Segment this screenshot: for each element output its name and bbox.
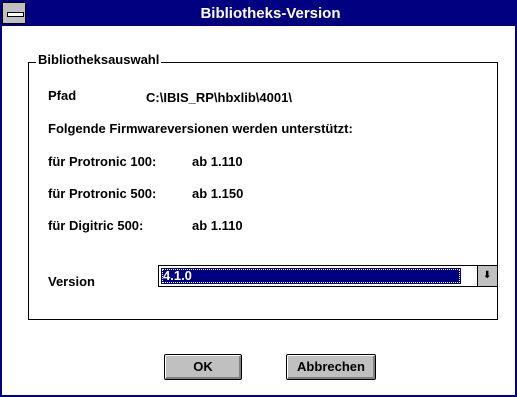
firmware-version-digitric-500: ab 1.110 — [192, 218, 243, 233]
path-label: Pfad — [48, 88, 77, 103]
path-value: C:\IBIS_RP\hbxlib\4001\ — [146, 90, 292, 105]
firmware-version-protronic-500: ab 1.150 — [192, 186, 244, 201]
version-selected-value[interactable]: 4.1.0 — [161, 268, 461, 284]
firmware-device-digitric-500: für Digitric 500: — [48, 218, 144, 233]
version-label: Version — [48, 274, 95, 289]
firmware-version-protronic-100: ab 1.110 — [192, 154, 243, 169]
cancel-button[interactable]: Abbrechen — [286, 354, 376, 380]
firmware-device-protronic-500: für Protronic 500: — [48, 186, 157, 201]
firmware-intro: Folgende Firmwareversionen werden unters… — [48, 121, 353, 136]
title-bar[interactable]: Bibliotheks-Version — [2, 2, 515, 26]
system-menu-icon[interactable] — [2, 2, 26, 24]
firmware-device-protronic-100: für Protronic 100: — [48, 154, 157, 169]
version-select[interactable]: 4.1.0 ⬇ — [158, 265, 498, 287]
group-legend: Bibliotheksauswahl — [36, 52, 162, 68]
dropdown-arrow-icon[interactable]: ⬇ — [477, 266, 497, 286]
ok-button[interactable]: OK — [164, 354, 242, 380]
window-title: Bibliotheks-Version — [200, 5, 341, 22]
